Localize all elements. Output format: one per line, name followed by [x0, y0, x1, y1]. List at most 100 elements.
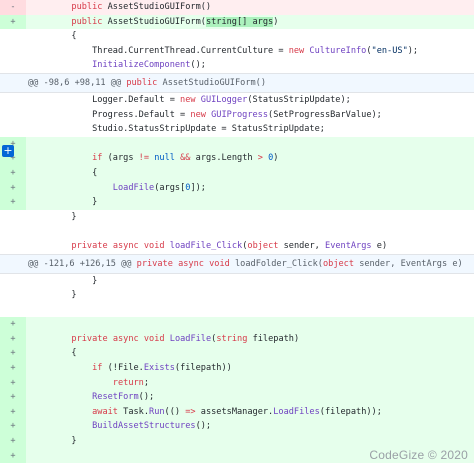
code-token: ): [273, 153, 279, 164]
code-token: (args: [102, 153, 139, 164]
code-token: {: [30, 167, 98, 178]
code-token: (filepath)): [174, 363, 232, 374]
code-text: {: [26, 346, 474, 361]
code-token: string[] args: [205, 16, 274, 27]
code-token: e): [371, 240, 388, 251]
diff-sign: +: [0, 434, 26, 449]
code-token: if: [92, 153, 103, 164]
code-token: AssetStudioGUIForm(): [102, 2, 212, 12]
code-token: void: [143, 240, 165, 251]
diff-line: +: [0, 136, 474, 152]
code-text: private async void LoadFile(string filep…: [26, 332, 474, 347]
code-token: (SetProgressBarValue);: [268, 109, 382, 120]
code-text: InitializeComponent();: [26, 58, 474, 73]
diff-sign: +: [0, 404, 26, 420]
code-text: }: [26, 210, 474, 225]
code-token: Logger.Default =: [30, 94, 181, 105]
code-text: Studio.StatusStripUpdate = StatusStripUp…: [26, 122, 474, 137]
diff-sign: +: [0, 14, 26, 30]
diff-sign: +: [0, 331, 26, 347]
code-token: private: [136, 258, 173, 269]
code-token: @@ -121,6 +126,15 @@: [28, 258, 137, 269]
code-token: &&: [180, 153, 191, 164]
code-token: (!File.: [102, 363, 144, 374]
code-token: }: [30, 275, 98, 286]
code-text: return;: [26, 376, 474, 391]
code-token: AssetStudioGUIForm(: [102, 16, 206, 27]
diff-line: + LoadFile(args[0]);: [0, 180, 474, 196]
diff-line: + ResetForm();: [0, 390, 474, 405]
hunk-header[interactable]: @@ -98,6 +98,11 @@ public AssetStudioGUI…: [0, 72, 474, 93]
code-token: Exists: [143, 363, 175, 374]
code-token: ResetForm: [92, 392, 139, 403]
diff-sign: -: [0, 0, 26, 15]
code-token: ;: [143, 377, 150, 388]
code-token: );: [407, 45, 419, 56]
hunk-header[interactable]: @@ -121,6 +126,15 @@ private async void …: [0, 253, 474, 274]
diff-line: }: [0, 288, 474, 303]
code-token: private: [71, 240, 108, 251]
code-text: {: [26, 29, 474, 44]
code-text: LoadFile(args[0]);: [26, 181, 474, 196]
diff-sign: +: [0, 165, 26, 181]
code-token: void: [143, 333, 165, 344]
diff-view: - public AssetStudioGUIForm() + public As…: [0, 0, 474, 464]
code-token: sender, EventArgs e): [354, 258, 463, 269]
code-token: Thread.CurrentThread.CurrentCulture =: [30, 45, 289, 56]
code-token: GUILogger: [200, 94, 248, 105]
diff-sign: +: [0, 180, 26, 196]
code-token: public: [71, 16, 103, 27]
expand-lines-button[interactable]: +: [2, 145, 14, 157]
code-text: await Task.Run(() => assetsManager.LoadF…: [26, 405, 474, 420]
code-token: GUIProgress: [211, 109, 269, 120]
code-text: BuildAssetStructures();: [26, 419, 474, 434]
code-token: !=: [138, 153, 150, 164]
diff-sign: +: [0, 195, 26, 210]
code-text: }: [26, 288, 474, 303]
diff-line: Logger.Default = new GUILogger(StatusStr…: [0, 92, 474, 108]
diff-sign: +: [0, 390, 26, 405]
code-text: Thread.CurrentThread.CurrentCulture = ne…: [26, 44, 474, 59]
diff-line: + {: [0, 165, 474, 181]
code-text: {: [26, 166, 474, 181]
diff-sign: +: [0, 419, 26, 435]
diff-line: - public AssetStudioGUIForm(): [0, 0, 474, 15]
code-token: LoadFile: [169, 333, 212, 344]
code-token: ();: [195, 421, 212, 432]
code-token: sender,: [278, 240, 326, 251]
diff-sign: +: [0, 361, 26, 376]
code-token: new: [180, 94, 196, 105]
plus-icon: +: [3, 144, 13, 157]
diff-line: + private async void LoadFile(string fil…: [0, 331, 474, 347]
diff-line: [0, 302, 474, 318]
code-token: {: [30, 31, 77, 42]
code-token: new: [190, 109, 206, 120]
code-token: return: [112, 377, 144, 388]
diff-line: + }: [0, 195, 474, 210]
code-token: }: [30, 197, 98, 208]
code-text: }: [26, 274, 474, 289]
code-text: }: [26, 195, 474, 210]
code-token: private: [71, 333, 108, 344]
diff-line: }: [0, 209, 474, 225]
diff-line: + {: [0, 346, 474, 362]
code-token: if: [92, 363, 103, 374]
code-token: public: [71, 2, 103, 12]
code-token: object: [247, 240, 279, 251]
diff-line: }: [0, 273, 474, 289]
code-token: ();: [190, 60, 206, 71]
diff-line: + public AssetStudioGUIForm(string[] arg…: [0, 14, 474, 30]
diff-line: + await Task.Run(() => assetsManager.Loa…: [0, 404, 474, 420]
code-token: (args[: [154, 182, 186, 193]
code-token: (StatusStripUpdate);: [247, 94, 351, 105]
code-token: async: [178, 258, 204, 269]
diff-sign: +: [0, 317, 26, 332]
code-token: void: [209, 258, 230, 269]
